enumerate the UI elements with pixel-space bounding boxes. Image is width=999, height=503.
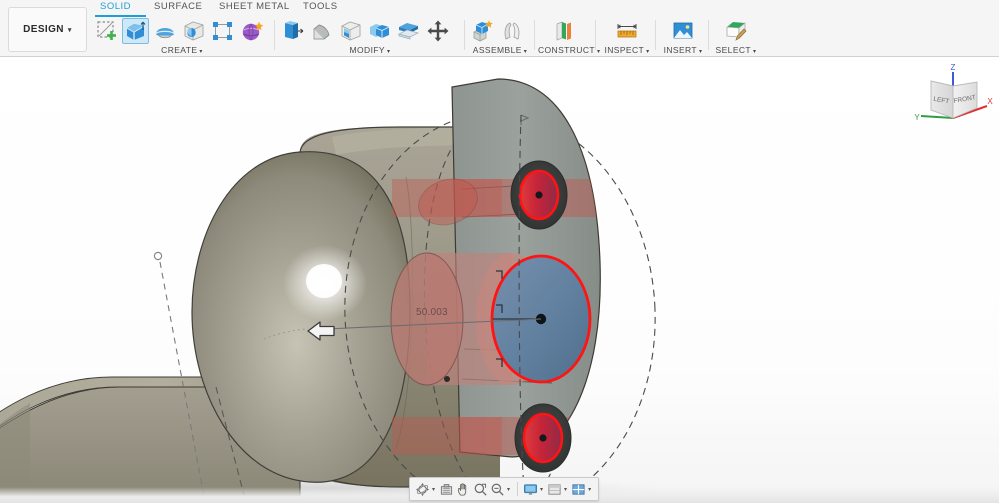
- panel-divider: [595, 20, 596, 50]
- chevron-down-icon: ▾: [753, 49, 757, 55]
- chevron-down-icon: ▾: [67, 26, 72, 34]
- panel-divider: [534, 20, 535, 50]
- panel-assemble: ASSEMBLE ▾: [468, 17, 532, 57]
- orbit-dropdown-caret[interactable]: ▾: [432, 486, 435, 493]
- new-component-icon[interactable]: [469, 18, 496, 44]
- hole-lower: [514, 403, 572, 473]
- fillet-icon[interactable]: [308, 18, 335, 44]
- panel-label-select[interactable]: SELECT ▾: [712, 45, 760, 55]
- axis-label-y: Y: [914, 113, 920, 122]
- shell-icon[interactable]: [337, 18, 364, 44]
- zoom-window-icon[interactable]: [489, 480, 506, 498]
- viewports-caret[interactable]: ▾: [588, 486, 591, 493]
- chevron-down-icon: ▾: [523, 49, 528, 55]
- panel-label-assemble[interactable]: ASSEMBLE ▾: [468, 45, 532, 55]
- look-at-icon[interactable]: [438, 480, 455, 498]
- axis-label-x: X: [987, 97, 993, 106]
- design-button-label: DESIGN: [23, 24, 64, 35]
- tab-surface[interactable]: SURFACE: [154, 1, 202, 15]
- panel-select: SELECT ▾: [712, 17, 760, 57]
- hole-icon[interactable]: [180, 18, 207, 44]
- grid-snaps-icon[interactable]: [546, 480, 563, 498]
- 3d-viewport[interactable]: 50.003 LEFT FRONT Z X Y ▾ ▾ ▾ ▾ ▾: [0, 57, 999, 503]
- tab-sheet-metal[interactable]: SHEET METAL: [219, 1, 290, 15]
- panel-divider: [464, 20, 465, 50]
- grid-snaps-caret[interactable]: ▾: [564, 486, 567, 493]
- panel-divider: [708, 20, 709, 50]
- panel-divider: [655, 20, 656, 50]
- insert-image-icon[interactable]: [670, 18, 697, 44]
- panel-label-insert[interactable]: INSERT ▾: [659, 45, 707, 55]
- create-sketch-icon[interactable]: [93, 18, 120, 44]
- panel-inspect: INSPECT ▾: [600, 17, 654, 57]
- chevron-down-icon: ▾: [199, 49, 203, 55]
- chevron-down-icon: ▾: [646, 49, 650, 55]
- pan-icon[interactable]: [455, 480, 472, 498]
- display-settings-icon[interactable]: [522, 480, 539, 498]
- move-copy-icon[interactable]: [424, 18, 451, 44]
- chevron-down-icon: ▾: [387, 49, 391, 55]
- ribbon-toolbar: DESIGN ▾ SOLID SURFACE SHEET METAL TOOLS: [0, 0, 999, 57]
- panel-insert: INSERT ▾: [659, 17, 707, 57]
- tab-solid[interactable]: SOLID: [100, 1, 131, 15]
- sketch-point-preview: [444, 376, 450, 382]
- panel-create: CREATE ▾: [92, 17, 272, 57]
- viewports-icon[interactable]: [570, 480, 587, 498]
- panel-divider: [274, 20, 275, 50]
- panel-label-inspect[interactable]: INSPECT ▾: [600, 45, 654, 55]
- navbar-divider: [517, 482, 519, 496]
- display-settings-caret[interactable]: ▾: [540, 486, 543, 493]
- pattern-icon[interactable]: [209, 18, 236, 44]
- combine-icon[interactable]: [366, 18, 393, 44]
- hole-upper: [510, 160, 568, 230]
- orbit-icon[interactable]: [414, 480, 431, 498]
- fusion360-window: DESIGN ▾ SOLID SURFACE SHEET METAL TOOLS: [0, 0, 999, 503]
- navigation-bar: ▾ ▾ ▾ ▾ ▾: [409, 477, 600, 501]
- offset-face-icon[interactable]: [395, 18, 422, 44]
- tab-tools[interactable]: TOOLS: [303, 1, 338, 15]
- panel-label-modify[interactable]: MODIFY ▾: [278, 45, 462, 55]
- zoom-icon[interactable]: [472, 480, 489, 498]
- create-form-icon[interactable]: [238, 18, 265, 44]
- extrude-icon[interactable]: [122, 18, 149, 44]
- joint-icon[interactable]: [498, 18, 525, 44]
- press-pull-icon[interactable]: [279, 18, 306, 44]
- view-cube[interactable]: LEFT FRONT Z X Y: [911, 60, 995, 134]
- measure-icon[interactable]: [614, 18, 641, 44]
- model-graphics: [0, 78, 660, 503]
- axis-label-z: Z: [951, 63, 956, 72]
- dimension-value-label[interactable]: 50.003: [416, 307, 448, 318]
- panel-modify: MODIFY ▾: [278, 17, 462, 57]
- chevron-down-icon: ▾: [699, 49, 703, 55]
- design-workspace-button[interactable]: DESIGN ▾: [8, 7, 87, 52]
- offset-plane-icon[interactable]: [552, 18, 579, 44]
- panel-label-create[interactable]: CREATE ▾: [92, 45, 272, 55]
- panel-label-construct[interactable]: CONSTRUCT ▾: [538, 45, 600, 55]
- select-icon[interactable]: [723, 18, 750, 44]
- revolve-icon[interactable]: [151, 18, 178, 44]
- panel-construct: CONSTRUCT ▾: [538, 17, 600, 57]
- zoom-dropdown-caret[interactable]: ▾: [507, 486, 510, 493]
